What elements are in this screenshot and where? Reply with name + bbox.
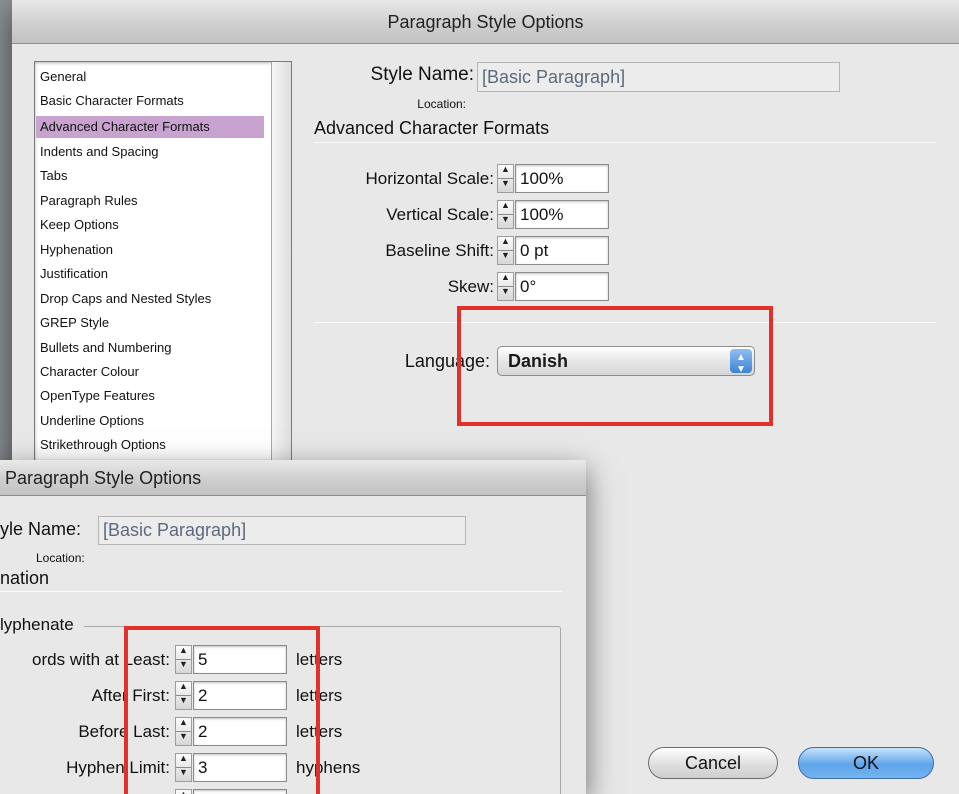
baseline-shift-label: Baseline Shift: [385, 241, 494, 260]
category-list-scrollbar[interactable] [271, 62, 291, 460]
category-item-character-colour[interactable]: Character Colour [40, 364, 139, 379]
category-item-hyphenation[interactable]: Hyphenation [40, 242, 113, 257]
vertical-scale-input[interactable]: 100% [515, 200, 609, 229]
location-label: Location: [417, 97, 466, 111]
vertical-scale-label: Vertical Scale: [386, 205, 494, 224]
hyphenate-checkbox-label[interactable]: lyphenate [0, 615, 84, 635]
hyphenation-style-name-field[interactable]: [Basic Paragraph] [98, 516, 466, 545]
language-highlight-box [457, 306, 773, 426]
vertical-scale-stepper-icon[interactable]: ▲ ▼ [497, 200, 514, 229]
category-item-tabs[interactable]: Tabs [40, 168, 67, 183]
hyphenation-section-divider [0, 591, 562, 592]
skew-stepper-icon[interactable]: ▲ ▼ [497, 272, 514, 301]
style-name-label-partial: yle Name: [0, 519, 82, 539]
section-title: Advanced Character Formats [314, 118, 550, 138]
category-item-opentype-features[interactable]: OpenType Features [40, 388, 155, 403]
baseline-shift-input[interactable]: 0 pt [515, 236, 609, 265]
hyphenation-dialog-titlebar: Paragraph Style Options [0, 460, 586, 496]
category-item-justification[interactable]: Justification [40, 266, 108, 281]
category-item-keep-options[interactable]: Keep Options [40, 217, 119, 232]
category-item-strikethrough-options[interactable]: Strikethrough Options [40, 437, 166, 452]
style-name-label: Style Name: [370, 64, 474, 85]
dialog-titlebar: Paragraph Style Options [12, 0, 959, 44]
category-item-indents-and-spacing[interactable]: Indents and Spacing [40, 144, 159, 159]
hyphenation-highlight-box [124, 626, 320, 794]
category-item-drop-caps[interactable]: Drop Caps and Nested Styles [40, 291, 211, 306]
ok-button[interactable]: OK [798, 747, 934, 779]
skew-label: Skew: [447, 277, 494, 296]
style-name-field[interactable]: [Basic Paragraph] [477, 62, 840, 92]
category-item-underline-options[interactable]: Underline Options [40, 413, 144, 428]
category-item-basic-character-formats[interactable]: Basic Character Formats [40, 93, 184, 108]
category-list[interactable]: General Basic Character Formats Advanced… [34, 61, 292, 461]
horizontal-scale-stepper-icon[interactable]: ▲ ▼ [497, 164, 514, 193]
category-item-grep-style[interactable]: GREP Style [40, 315, 109, 330]
hyphenation-section-title: nation [0, 568, 50, 588]
category-item-general[interactable]: General [40, 69, 86, 84]
hyphenation-location-label: Location: [36, 551, 85, 565]
section-divider [314, 142, 936, 143]
horizontal-scale-input[interactable]: 100% [515, 164, 609, 193]
dialog-title: Paragraph Style Options [387, 12, 584, 32]
category-item-advanced-character-formats[interactable]: Advanced Character Formats [36, 116, 264, 138]
hyphenation-dialog-title: Paragraph Style Options [5, 468, 202, 488]
hyphenation-dialog: Paragraph Style Options yle Name: [Basic… [0, 460, 586, 794]
category-item-bullets-and-numbering[interactable]: Bullets and Numbering [40, 340, 172, 355]
baseline-shift-stepper-icon[interactable]: ▲ ▼ [497, 236, 514, 265]
skew-input[interactable]: 0° [515, 272, 609, 301]
horizontal-scale-label: Horizontal Scale: [365, 169, 494, 188]
category-item-paragraph-rules[interactable]: Paragraph Rules [40, 193, 138, 208]
cancel-button[interactable]: Cancel [648, 747, 778, 779]
desktop-background [0, 0, 12, 470]
